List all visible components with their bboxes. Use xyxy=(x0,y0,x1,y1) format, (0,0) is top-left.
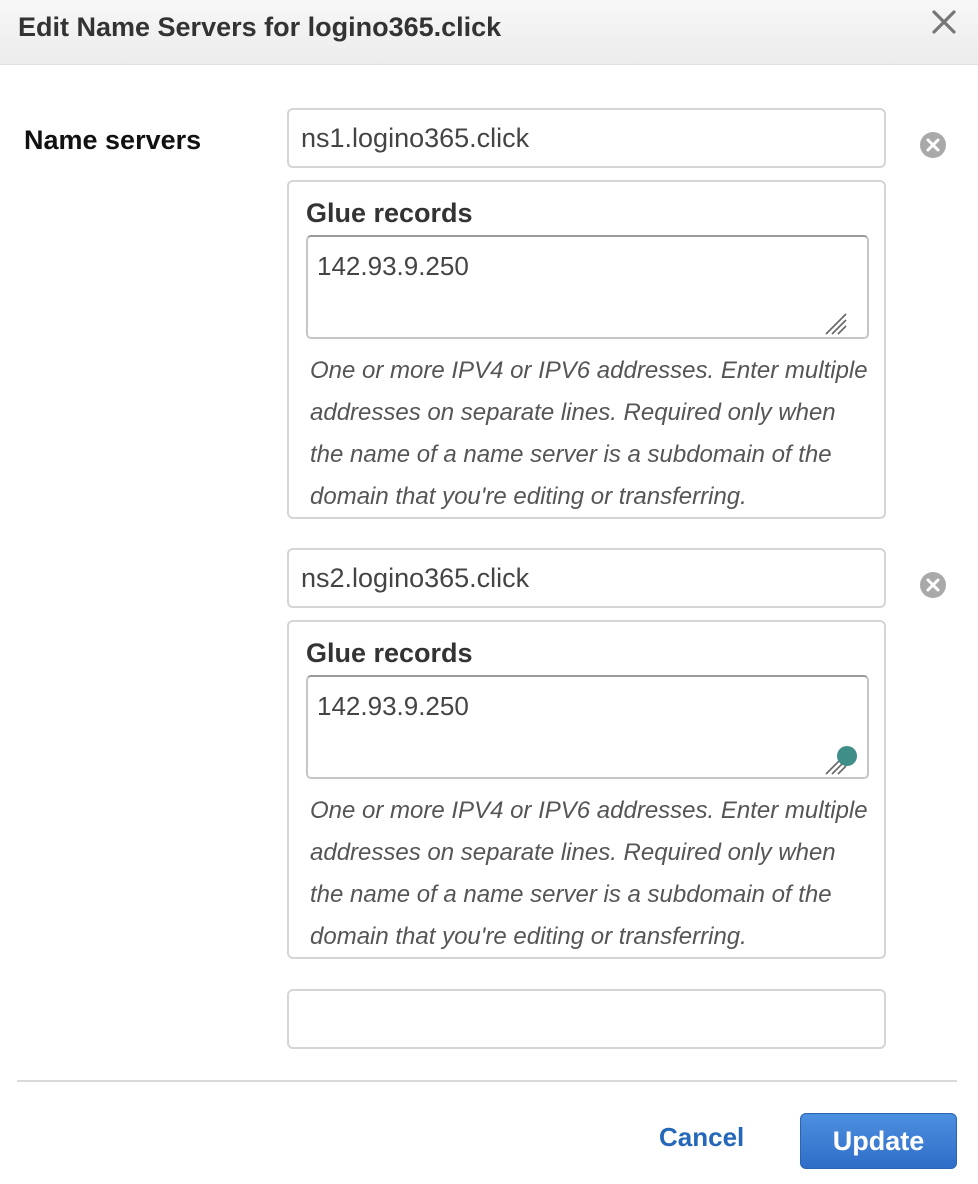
glue-records-panel-2: Glue records 142.93.9.250 One or more IP… xyxy=(287,620,886,959)
glue-records-help-text: One or more IPV4 or IPV6 addresses. Ente… xyxy=(310,357,868,510)
remove-name-server-1-button[interactable] xyxy=(918,130,948,160)
close-icon xyxy=(932,10,956,34)
glue-records-2-textarea[interactable]: 142.93.9.250 xyxy=(306,675,869,779)
name-server-2-input[interactable] xyxy=(287,548,886,608)
name-server-3-input[interactable] xyxy=(287,989,886,1049)
close-button[interactable] xyxy=(926,4,962,40)
edit-name-servers-dialog: Edit Name Servers for logino365.click Na… xyxy=(0,0,978,1184)
remove-circle-icon xyxy=(920,132,946,158)
glue-records-label: Glue records xyxy=(306,638,473,668)
glue-records-help-text: One or more IPV4 or IPV6 addresses. Ente… xyxy=(310,797,868,950)
cursor-indicator xyxy=(837,746,857,766)
name-server-1-input[interactable] xyxy=(287,108,886,168)
glue-records-panel-1: Glue records 142.93.9.250 One or more IP… xyxy=(287,180,886,519)
update-button[interactable]: Update xyxy=(800,1113,957,1169)
remove-name-server-2-button[interactable] xyxy=(918,570,948,600)
glue-records-label: Glue records xyxy=(306,198,473,228)
cancel-button[interactable]: Cancel xyxy=(659,1122,744,1153)
dialog-header: Edit Name Servers for logino365.click xyxy=(0,0,978,65)
dialog-title: Edit Name Servers for logino365.click xyxy=(18,12,502,42)
glue-records-1-textarea[interactable]: 142.93.9.250 xyxy=(306,235,869,339)
resize-handle-icon[interactable] xyxy=(822,310,848,336)
remove-circle-icon xyxy=(920,572,946,598)
name-servers-label: Name servers xyxy=(24,125,202,155)
footer-divider xyxy=(17,1080,957,1082)
